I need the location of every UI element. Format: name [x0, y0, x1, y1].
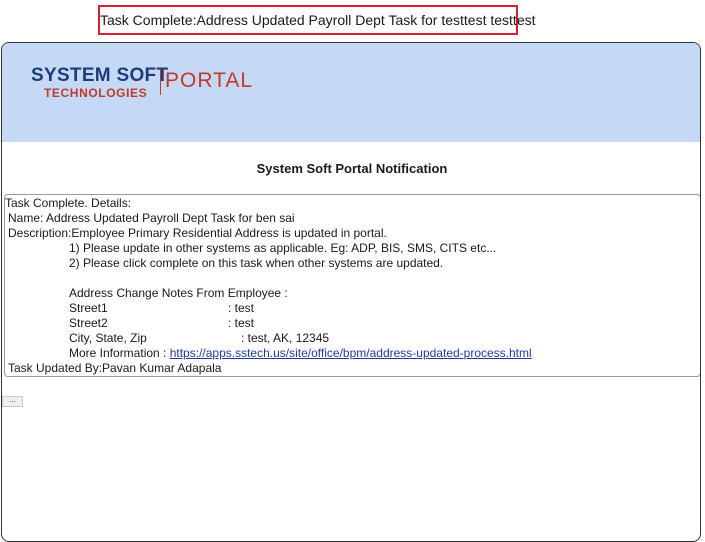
field-label-city-state-zip: City, State, Zip — [69, 331, 147, 345]
more-info-line: More Information : https://apps.sstech.u… — [69, 346, 532, 361]
more-info-label: More Information : — [69, 346, 170, 360]
task-details-box: Task Complete. Details: Name: Address Up… — [4, 194, 700, 377]
email-subject: Task Complete:Address Updated Payroll De… — [98, 5, 536, 35]
updated-by-line: Task Updated By:Pavan Kumar Adapala — [8, 361, 222, 375]
field-label-street2: Street2 — [69, 316, 108, 330]
email-card: SYSTEM SOFT TECHNOLOGIES PORTAL System S… — [1, 42, 701, 542]
field-label-street1: Street1 — [69, 301, 108, 315]
step-2-line: 2) Please click complete on this task wh… — [69, 256, 444, 270]
address-notes-header: Address Change Notes From Employee : — [69, 286, 288, 300]
logo-separator — [160, 69, 161, 95]
field-value-street1: : test — [228, 301, 255, 315]
company-logo-sub: TECHNOLOGIES — [44, 86, 148, 100]
step-1-line: 1) Please update in other systems as app… — [69, 241, 497, 255]
more-info-link[interactable]: https://apps.sstech.us/site/office/bpm/a… — [170, 346, 532, 360]
task-name-line: Name: Address Updated Payroll Dept Task … — [8, 211, 295, 225]
portal-banner: SYSTEM SOFT TECHNOLOGIES PORTAL — [2, 43, 700, 142]
company-logo-main: SYSTEM SOFT — [31, 65, 169, 86]
notification-title: System Soft Portal Notification — [256, 161, 448, 176]
portal-logo-text: PORTAL — [165, 69, 254, 92]
field-value-street2: : test — [228, 316, 255, 330]
field-value-city-state-zip: : test, AK, 12345 — [241, 331, 330, 345]
description-line: Description:Employee Primary Residential… — [8, 226, 387, 240]
show-trimmed-content-button[interactable]: ... — [2, 396, 23, 407]
status-line: Task Complete. Details: — [5, 196, 132, 210]
